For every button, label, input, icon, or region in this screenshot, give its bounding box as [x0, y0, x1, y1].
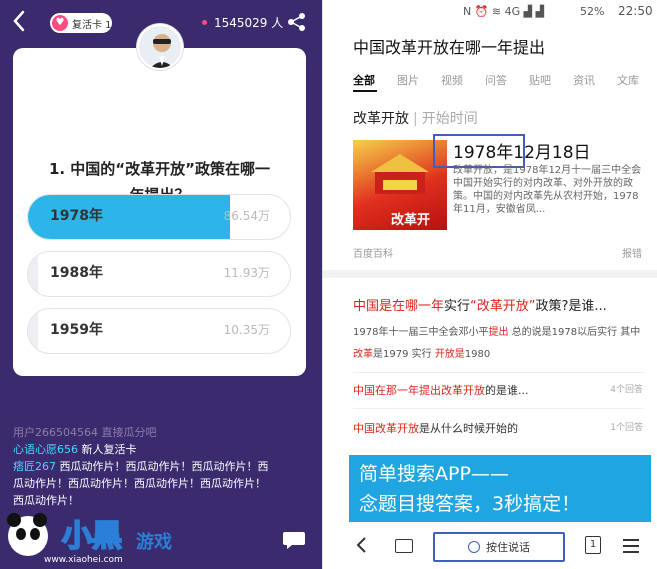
answer-summary: 改革开放，是1978年12月十一届三中全会中国开始实行的对内改革、对外开放的政策…: [453, 165, 642, 215]
option-label: 1959年: [50, 322, 103, 338]
bottom-toolbar: 按住说话 1: [323, 525, 657, 569]
crumb-main: 改革开放: [353, 111, 409, 127]
chat-message: 心语心愿656 新人复活卡: [13, 441, 273, 458]
qa-part: 的是谁...: [485, 384, 529, 397]
option-progress-fill: [28, 252, 39, 296]
tab-images[interactable]: 图片: [397, 72, 419, 88]
voice-input-button[interactable]: 按住说话: [433, 532, 565, 562]
answer-option-2[interactable]: 1988年 11.93万: [27, 251, 291, 297]
back-icon[interactable]: [12, 10, 34, 34]
tab-video[interactable]: 视频: [441, 72, 463, 88]
snippet-part: 开放是: [434, 349, 465, 360]
snippet-part: 是1979 实行: [373, 349, 435, 360]
chat-message: 用户266504564 直接瓜分吧: [13, 426, 157, 439]
tab-all[interactable]: 全部: [353, 72, 375, 88]
snippet-part: 总的说是1978以后实行 其中: [508, 327, 641, 338]
tab-news[interactable]: 资讯: [573, 72, 595, 88]
promo-line-1: 简单搜索APP——: [359, 463, 509, 485]
report-link[interactable]: 报错: [622, 245, 642, 260]
section-gap: [323, 270, 657, 278]
share-icon[interactable]: [287, 12, 307, 32]
promo-line-2: 念题目搜答案，3秒搞定！: [359, 493, 581, 515]
search-panel: N ⏰ ≋ 4G ▟ ▟ 52% 22:50 中国改革开放在哪一年提出 全部 图…: [322, 0, 657, 569]
svg-text:游戏: 游戏: [136, 531, 172, 553]
answer-option-1[interactable]: 1978年 86.54万: [27, 194, 291, 240]
chat-text: 新人复活卡: [78, 443, 137, 456]
snippet-part: 1978年十一届三中全会邓小平: [353, 327, 489, 338]
revive-card-label: 复活卡 1: [72, 19, 112, 31]
menu-icon[interactable]: [623, 539, 639, 557]
voice-input-label: 按住说话: [486, 541, 530, 554]
option-progress-fill: [28, 309, 39, 353]
title-part: “改革开放”: [470, 299, 536, 314]
answer-date: 1978年12月18日: [453, 143, 591, 163]
promo-banner: 简单搜索APP—— 念题目搜答案，3秒搞定！: [349, 455, 651, 522]
xiaohei-logo: 小黑 游戏 www.xiaohei.com: [4, 496, 194, 566]
answer-count: 4个回答: [610, 385, 643, 395]
signal-label: 4G: [504, 5, 521, 18]
status-icons: N ⏰ ≋ 4G ▟ ▟: [463, 5, 545, 18]
result-snippet: 1978年十一届三中全会邓小平提出 总的说是1978以后实行 其中改革是1979…: [353, 322, 643, 366]
qa-item[interactable]: 中国改革开放是从什么时候开始的 1个回答: [353, 420, 643, 436]
svg-text:小黑: 小黑: [62, 519, 122, 554]
crumb-sub: 开始时间: [421, 111, 478, 127]
question-card: 1. 中国的“改革开放”政策在哪一年提出？ 1978年 86.54万 1988年…: [13, 48, 306, 376]
chat-username: 心语心愿656: [13, 443, 78, 456]
answer-option-3[interactable]: 1959年 10.35万: [27, 308, 291, 354]
comment-bubble-icon[interactable]: [282, 530, 306, 550]
snippet-part: 改革: [353, 349, 373, 360]
microphone-icon: [468, 541, 480, 553]
search-tabs: 全部 图片 视频 问答 贴吧 资讯 文库: [353, 72, 657, 88]
search-query[interactable]: 中国改革开放在哪一年提出: [353, 34, 545, 58]
divider: [353, 408, 643, 409]
battery-level: 52%: [580, 5, 605, 18]
tabs-count-button[interactable]: 1: [585, 536, 601, 554]
qa-part: 是从什么时候开始的: [419, 422, 518, 435]
qa-part: 中国在那一年提出改革开放: [353, 384, 485, 397]
status-bar: N ⏰ ≋ 4G ▟ ▟ 52% 22:50: [323, 0, 657, 24]
host-avatar: [137, 24, 183, 70]
qa-item[interactable]: 中国在那一年提出改革开放的是谁... 4个回答: [353, 382, 643, 398]
snippet-part: 1980: [464, 349, 491, 360]
live-dot-icon: [202, 20, 207, 25]
tab-wenku[interactable]: 文库: [617, 72, 639, 88]
answer-breadcrumb: 改革开放 | 开始时间: [353, 111, 478, 127]
title-part: 实行: [444, 299, 471, 314]
active-tab-underline: [353, 90, 377, 92]
clock: 22:50: [618, 4, 653, 18]
option-count: 86.54万: [223, 209, 270, 223]
svg-text:www.xiaohei.com: www.xiaohei.com: [44, 555, 123, 565]
title-part: 政策?是谁...: [535, 299, 607, 314]
heart-icon: ♥: [52, 15, 68, 31]
option-label: 1988年: [50, 265, 103, 281]
option-count: 11.93万: [223, 266, 270, 280]
option-count: 10.35万: [223, 323, 270, 337]
answer-count: 1个回答: [610, 423, 643, 433]
keyboard-icon[interactable]: [395, 539, 413, 553]
divider: [353, 372, 643, 373]
online-count-text: 1545029 人: [214, 16, 284, 30]
back-icon[interactable]: [355, 535, 367, 559]
qa-part: 中国改革开放: [353, 422, 419, 435]
chat-username: 痞匠267: [13, 460, 56, 473]
online-count: 1545029 人: [202, 14, 283, 31]
tab-qa[interactable]: 问答: [485, 72, 507, 88]
title-part: 中国是在哪一年: [353, 299, 445, 314]
option-label: 1978年: [50, 208, 103, 224]
result-title[interactable]: 中国是在哪一年实行“改革开放”政策?是谁...: [353, 295, 607, 314]
tab-tieba[interactable]: 贴吧: [529, 72, 551, 88]
thumbnail-caption: 改革开: [391, 213, 431, 228]
answer-source[interactable]: 百度百科: [353, 245, 393, 260]
snippet-part: 提出: [488, 327, 509, 338]
revive-card-badge[interactable]: ♥ 复活卡 1: [50, 13, 112, 33]
quiz-panel: ♥ 复活卡 1 1545029 人 1. 中国的“改革开放”政策在哪一年提出？ …: [0, 0, 322, 569]
